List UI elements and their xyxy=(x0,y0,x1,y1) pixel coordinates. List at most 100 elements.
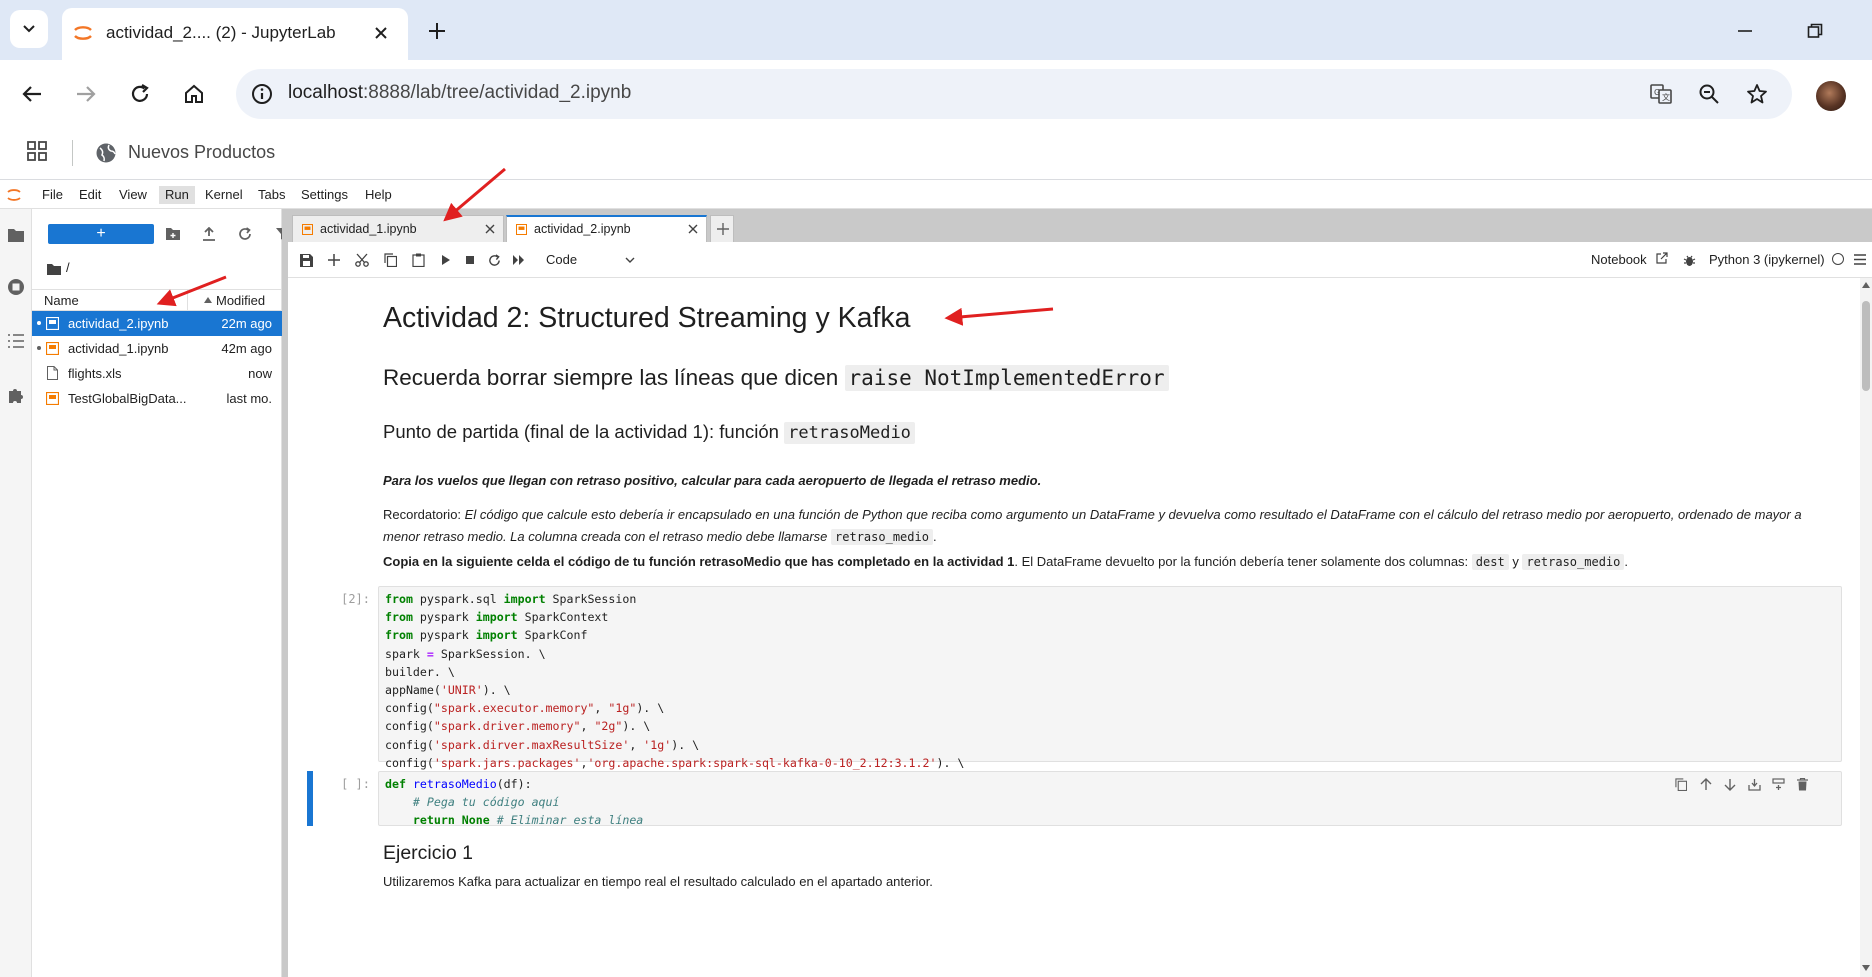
root-folder-icon[interactable] xyxy=(46,262,62,276)
notebook-tab-icon xyxy=(515,223,527,235)
cell-type-select[interactable]: Code xyxy=(538,250,648,270)
notebook-heading-1: Actividad 2: Structured Streaming y Kafk… xyxy=(383,302,911,334)
copy-code-retraso: retraso_medio xyxy=(1522,554,1625,570)
url-host: localhost xyxy=(288,82,363,103)
file-list-header: Name Modified xyxy=(32,289,282,312)
menu-file[interactable]: File xyxy=(38,186,67,204)
scroll-down-icon[interactable] xyxy=(1861,963,1871,973)
paragraph-copy: Copia en la siguiente celda el código de… xyxy=(383,554,1823,570)
folder-icon[interactable] xyxy=(4,223,28,247)
back-icon[interactable] xyxy=(16,78,48,110)
menu-settings[interactable]: Settings xyxy=(297,186,352,204)
profile-avatar[interactable] xyxy=(1816,81,1846,111)
menu-kernel[interactable]: Kernel xyxy=(201,186,247,204)
open-notebook-link[interactable]: Notebook xyxy=(1591,252,1647,267)
delete-cell-icon[interactable] xyxy=(1794,776,1810,792)
interrupt-kernel-icon[interactable] xyxy=(462,252,478,268)
address-bar[interactable]: localhost:8888/lab/tree/actividad_2.ipyn… xyxy=(236,69,1792,119)
file-browser-panel: + / Name Modified actividad_2.ipynb 22m … xyxy=(32,209,288,977)
extensions-puzzle-icon[interactable] xyxy=(4,383,28,407)
notebook-file-icon xyxy=(45,341,59,355)
file-row[interactable]: actividad_1.ipynb 42m ago xyxy=(32,336,282,361)
new-folder-icon[interactable] xyxy=(164,225,182,243)
menu-more-icon[interactable] xyxy=(1852,251,1868,267)
menu-help[interactable]: Help xyxy=(361,186,396,204)
scrollbar-track[interactable] xyxy=(1860,278,1872,977)
code-cell-2[interactable]: def retrasoMedio(df): # Pega tu código a… xyxy=(378,771,1842,827)
restore-icon[interactable] xyxy=(1800,16,1830,46)
apps-grid-icon[interactable] xyxy=(24,138,50,164)
minimize-icon[interactable] xyxy=(1730,16,1760,46)
insert-below-icon[interactable] xyxy=(1770,776,1786,792)
cut-icon[interactable] xyxy=(354,252,370,268)
bookmark-divider xyxy=(72,140,73,166)
tab-actividad-2[interactable]: actividad_2.ipynb xyxy=(506,215,707,243)
running-kernels-icon[interactable] xyxy=(4,275,28,299)
restart-run-all-icon[interactable] xyxy=(510,252,528,268)
file-modified: 22m ago xyxy=(221,316,272,331)
tab-list-dropdown-icon[interactable] xyxy=(10,10,48,48)
new-launcher-tab-button[interactable] xyxy=(710,215,734,242)
paste-icon[interactable] xyxy=(410,252,426,268)
close-icon[interactable] xyxy=(483,222,497,236)
cell-type-value: Code xyxy=(546,252,578,267)
file-modified: last mo. xyxy=(226,391,272,406)
close-tab-icon[interactable] xyxy=(370,22,392,44)
menu-view[interactable]: View xyxy=(115,186,151,204)
upload-icon[interactable] xyxy=(200,225,218,243)
tab-actividad-1[interactable]: actividad_1.ipynb xyxy=(292,215,504,242)
home-icon[interactable] xyxy=(178,78,210,110)
save-icon[interactable] xyxy=(298,252,314,268)
bookmark-star-icon[interactable] xyxy=(1744,81,1770,107)
new-launcher-button[interactable]: + xyxy=(48,224,154,244)
copy-rest: . El DataFrame devuelto por la función d… xyxy=(1014,554,1469,569)
site-info-icon[interactable] xyxy=(250,82,274,106)
bookmark-nuevos-productos[interactable]: Nuevos Productos xyxy=(128,142,275,163)
reload-icon[interactable] xyxy=(124,78,156,110)
main-dock-area: actividad_1.ipynb actividad_2.ipynb Code… xyxy=(288,209,1872,977)
notebook-heading-2: Recuerda borrar siempre las líneas que d… xyxy=(383,365,1823,391)
scroll-up-icon[interactable] xyxy=(1861,280,1871,290)
reminder-code: retraso_medio xyxy=(831,529,933,545)
column-divider xyxy=(187,290,188,312)
file-row[interactable]: actividad_2.ipynb 22m ago xyxy=(32,311,282,336)
notebook-tab-icon xyxy=(301,223,313,235)
new-tab-icon[interactable] xyxy=(422,16,452,46)
menu-run[interactable]: Run xyxy=(159,186,195,204)
duplicate-cell-icon[interactable] xyxy=(1673,776,1689,792)
kernel-name[interactable]: Python 3 (ipykernel) xyxy=(1709,252,1825,267)
reminder-italic: El código que calcule esto debería ir en… xyxy=(383,507,1802,544)
file-row[interactable]: TestGlobalBigData... last mo. xyxy=(32,386,282,411)
insert-above-icon[interactable] xyxy=(1746,776,1762,792)
svg-text:文: 文 xyxy=(1662,92,1670,102)
refresh-icon[interactable] xyxy=(236,225,254,243)
file-row[interactable]: flights.xls now xyxy=(32,361,282,386)
notebook-heading-ejercicio-1: Ejercicio 1 xyxy=(383,842,473,864)
code-cell-1[interactable]: from pyspark.sql import SparkSession fro… xyxy=(378,586,1842,788)
jupyter-menubar: File Edit View Run Kernel Tabs Settings … xyxy=(0,181,1872,209)
scrollbar-thumb[interactable] xyxy=(1862,301,1870,391)
url-text: localhost:8888/lab/tree/actividad_2.ipyn… xyxy=(288,82,631,104)
breadcrumb-path: / xyxy=(66,260,70,275)
reminder-lead: Recordatorio: xyxy=(383,507,462,522)
forward-icon[interactable] xyxy=(70,78,102,110)
file-modified: 42m ago xyxy=(221,341,272,356)
move-up-icon[interactable] xyxy=(1698,776,1714,792)
url-path: :8888/lab/tree/actividad_2.ipynb xyxy=(363,82,632,103)
column-name-header[interactable]: Name xyxy=(44,293,79,308)
zoom-icon[interactable] xyxy=(1696,81,1722,107)
menu-edit[interactable]: Edit xyxy=(75,186,105,204)
browser-tab-active[interactable]: actividad_2.... (2) - JupyterLab xyxy=(62,8,408,60)
menu-tabs[interactable]: Tabs xyxy=(254,186,289,204)
cell-1-prompt: [2]: xyxy=(341,592,370,606)
table-of-contents-icon[interactable] xyxy=(4,329,28,353)
column-modified-header[interactable]: Modified xyxy=(216,293,265,308)
close-icon[interactable] xyxy=(686,222,700,236)
copy-icon[interactable] xyxy=(382,252,398,268)
translate-icon[interactable]: G文 xyxy=(1648,81,1674,107)
restart-kernel-icon[interactable] xyxy=(486,252,502,268)
move-down-icon[interactable] xyxy=(1722,776,1738,792)
debugger-bug-icon[interactable] xyxy=(1681,252,1697,268)
run-cell-icon[interactable] xyxy=(438,252,454,268)
insert-cell-icon[interactable] xyxy=(326,252,342,268)
